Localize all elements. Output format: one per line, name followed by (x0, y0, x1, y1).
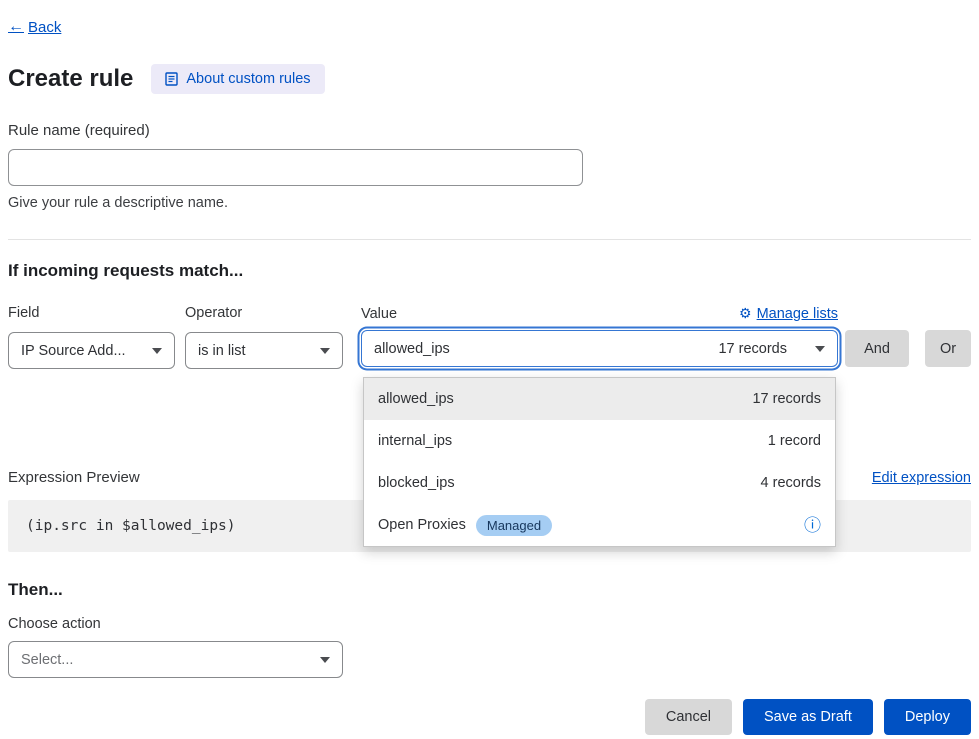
list-option-open-proxies[interactable]: Open Proxies Managed ⓘ (364, 504, 835, 546)
page-title: Create rule (8, 65, 133, 93)
expression-code: (ip.src in $allowed_ips) (26, 518, 236, 534)
rule-name-label: Rule name (required) (8, 122, 971, 139)
back-link[interactable]: ←Back (8, 18, 61, 36)
field-label: Field (8, 305, 175, 321)
value-label: Value (361, 306, 397, 322)
list-option-allowed-ips[interactable]: allowed_ips 17 records (364, 378, 835, 420)
choose-action-label: Choose action (8, 616, 971, 632)
list-option-name: internal_ips (378, 433, 452, 449)
list-option-meta: 4 records (761, 475, 821, 491)
info-icon[interactable]: ⓘ (804, 517, 821, 534)
title-row: Create rule About custom rules (8, 64, 971, 94)
condition-row: Field IP Source Add... Operator is in li… (8, 305, 971, 369)
managed-badge: Managed (476, 515, 552, 536)
field-select[interactable]: IP Source Add... (8, 332, 175, 369)
about-badge-label: About custom rules (186, 71, 310, 87)
rule-name-input[interactable] (8, 149, 583, 186)
value-header: Value ⚙ Manage lists (361, 305, 838, 322)
section-divider (8, 239, 971, 240)
value-select-meta: 17 records (718, 341, 787, 357)
about-custom-rules-link[interactable]: About custom rules (151, 64, 324, 94)
gear-icon: ⚙ (739, 305, 752, 322)
list-option-blocked-ips[interactable]: blocked_ips 4 records (364, 462, 835, 504)
operator-label: Operator (185, 305, 343, 321)
match-section-heading: If incoming requests match... (8, 261, 971, 281)
back-link-label: Back (28, 19, 61, 36)
chevron-down-icon (320, 657, 330, 663)
list-option-left: Open Proxies Managed (378, 515, 552, 536)
operator-column: Operator is in list (185, 305, 343, 369)
chevron-down-icon (320, 348, 330, 354)
field-select-value: IP Source Add... (21, 343, 126, 359)
manage-lists-label: Manage lists (757, 306, 838, 322)
and-button[interactable]: And (845, 330, 909, 367)
back-arrow-icon: ← (8, 18, 24, 36)
then-section-heading: Then... (8, 580, 971, 600)
footer-actions: Cancel Save as Draft Deploy (8, 699, 971, 735)
edit-expression-link[interactable]: Edit expression (872, 470, 971, 486)
value-select[interactable]: allowed_ips 17 records (361, 330, 838, 367)
list-option-name: blocked_ips (378, 475, 455, 491)
list-option-meta: 17 records (752, 391, 821, 407)
cancel-button[interactable]: Cancel (645, 699, 732, 735)
operator-select[interactable]: is in list (185, 332, 343, 369)
expression-preview-label: Expression Preview (8, 469, 140, 486)
list-option-name: allowed_ips (378, 391, 454, 407)
save-as-draft-button[interactable]: Save as Draft (743, 699, 873, 735)
field-column: Field IP Source Add... (8, 305, 175, 369)
action-select-placeholder: Select... (21, 652, 73, 668)
list-option-internal-ips[interactable]: internal_ips 1 record (364, 420, 835, 462)
action-select[interactable]: Select... (8, 641, 343, 678)
docs-icon (165, 72, 178, 86)
operator-select-value: is in list (198, 343, 246, 359)
list-option-meta: 1 record (768, 433, 821, 449)
rule-name-helper: Give your rule a descriptive name. (8, 195, 971, 211)
manage-lists-link[interactable]: ⚙ Manage lists (739, 305, 838, 322)
chevron-down-icon (815, 346, 825, 352)
value-column: Value ⚙ Manage lists allowed_ips 17 reco… (361, 305, 838, 367)
list-option-name: Open Proxies (378, 517, 466, 533)
list-dropdown-menu: allowed_ips 17 records internal_ips 1 re… (363, 377, 836, 547)
value-select-right: 17 records (718, 341, 825, 357)
chevron-down-icon (152, 348, 162, 354)
deploy-button[interactable]: Deploy (884, 699, 971, 735)
value-select-value: allowed_ips (374, 341, 450, 357)
create-rule-page: ←Back Create rule About custom rules Rul… (0, 0, 979, 739)
or-button[interactable]: Or (925, 330, 971, 367)
